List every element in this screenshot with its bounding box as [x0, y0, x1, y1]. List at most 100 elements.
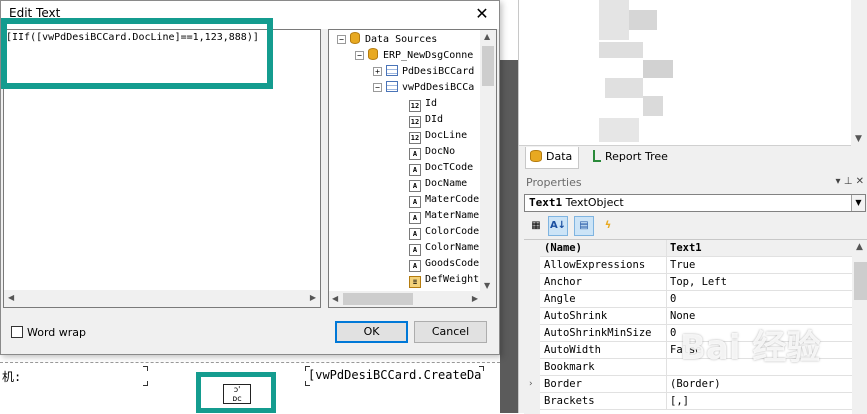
collapse-icon[interactable]: −: [337, 35, 346, 44]
tree-field[interactable]: A DocName: [409, 176, 467, 192]
property-row[interactable]: AutoShrinkMinSize 0: [540, 325, 852, 342]
tree-node-table[interactable]: + PdDesiBCCard: [373, 64, 474, 80]
tree-hscrollbar[interactable]: ◀ ▶: [329, 291, 496, 307]
property-name: Brackets: [544, 395, 595, 407]
scroll-right-icon[interactable]: ▶: [310, 293, 316, 302]
scroll-left-icon[interactable]: ◀: [8, 293, 14, 302]
tab-report-tree-label: Report Tree: [605, 150, 668, 163]
collapse-icon[interactable]: −: [355, 51, 364, 60]
scroll-down-icon[interactable]: ▼: [484, 281, 490, 290]
designer-dark-strip: [500, 60, 518, 413]
tree-field[interactable]: A ColorName: [409, 240, 479, 256]
tree-node-label: Data Sources: [365, 34, 438, 45]
right-side-panel: ▼ Data Report Tree Properties ▾ ⊥ ✕ Text…: [518, 0, 867, 414]
tree-field-label: MaterName: [425, 210, 480, 221]
tab-report-tree[interactable]: Report Tree: [589, 147, 674, 169]
property-name: Border: [544, 378, 582, 390]
scroll-up-icon[interactable]: ▲: [484, 32, 490, 41]
property-grid-scrollbar[interactable]: ▲: [852, 240, 867, 414]
data-tree-area[interactable]: ▼: [519, 0, 867, 146]
property-value[interactable]: 0: [670, 293, 676, 305]
tree-field[interactable]: ≡ DefWeight: [409, 272, 479, 288]
property-value[interactable]: (Border): [670, 378, 721, 390]
table-icon: [386, 81, 398, 92]
tree-field-label: DocLine: [425, 130, 468, 141]
chevron-down-icon[interactable]: ▼: [851, 195, 865, 211]
property-value[interactable]: False: [670, 344, 702, 356]
property-value[interactable]: Top, Left: [670, 276, 727, 288]
events-icon[interactable]: ϟ: [598, 216, 618, 236]
collapse-icon[interactable]: −: [373, 83, 382, 92]
tree-field[interactable]: A MaterName: [409, 208, 479, 224]
tree-field[interactable]: 12 DId: [409, 112, 443, 128]
scroll-up-icon[interactable]: ▲: [856, 242, 863, 252]
barcode-object-highlight[interactable]: ↄ' ᴅᴄ: [196, 372, 276, 413]
designer-field-createdate[interactable]: [vwPdDesiBCCard.CreateDa: [308, 368, 481, 382]
selection-corner: [143, 366, 148, 371]
data-source-tree[interactable]: − Data Sources − ERP_NewDsgConne + PdDesiBC…: [328, 29, 497, 308]
tree-node-label: vwPdDesiBCCa: [402, 82, 475, 93]
scroll-left-icon[interactable]: ◀: [332, 294, 338, 303]
object-name: Text1: [529, 196, 563, 209]
object-type: TextObject: [565, 196, 624, 209]
word-wrap-checkbox[interactable]: Word wrap: [11, 326, 86, 339]
property-row[interactable]: Bookmark: [540, 359, 852, 376]
ok-button[interactable]: OK: [335, 321, 408, 343]
scroll-thumb[interactable]: [343, 293, 413, 305]
cancel-button[interactable]: Cancel: [414, 321, 487, 343]
database-icon: [530, 150, 542, 162]
scroll-down-icon[interactable]: ▼: [855, 134, 862, 144]
expand-icon[interactable]: ›: [529, 379, 533, 389]
property-row[interactable]: Anchor Top, Left: [540, 274, 852, 291]
properties-title: Properties: [526, 176, 582, 189]
data-area-scrollbar[interactable]: ▼: [851, 0, 867, 146]
tree-field[interactable]: 12 Id: [409, 96, 437, 112]
tree-field[interactable]: A GoodsCode: [409, 256, 479, 272]
tree-field[interactable]: 12 DocLine: [409, 128, 467, 144]
numeric-field-icon: 12: [409, 132, 421, 144]
properties-icon[interactable]: ▤: [574, 216, 594, 236]
editor-hscrollbar[interactable]: ◀ ▶: [4, 290, 320, 307]
tree-node-data-sources[interactable]: − Data Sources: [337, 32, 437, 48]
scroll-thumb[interactable]: [854, 262, 867, 300]
object-selector[interactable]: Text1 TextObject ▼: [524, 194, 866, 212]
property-name: AutoShrink: [544, 310, 608, 322]
numeric-field-icon: 12: [409, 116, 421, 128]
database-icon: [368, 48, 378, 60]
tree-field[interactable]: A DocTCode: [409, 160, 473, 176]
sort-az-icon[interactable]: A↓: [548, 216, 568, 236]
property-row[interactable]: (Name) Text1: [540, 240, 852, 257]
property-row[interactable]: AutoShrink None: [540, 308, 852, 325]
tab-data[interactable]: Data: [525, 147, 580, 169]
tree-node-connection[interactable]: − ERP_NewDsgConne: [355, 48, 473, 64]
report-tree-icon: [593, 150, 601, 162]
property-row[interactable]: Border (Border): [540, 376, 852, 393]
tree-node-label: PdDesiBCCard: [402, 66, 475, 77]
tree-vscrollbar[interactable]: ▲ ▼: [480, 30, 496, 292]
property-value[interactable]: [,]: [670, 395, 689, 407]
checkbox-box[interactable]: [11, 326, 23, 338]
property-row[interactable]: AutoWidth False: [540, 342, 852, 359]
scroll-right-icon[interactable]: ▶: [472, 294, 478, 303]
tree-field[interactable]: A ColorCode: [409, 224, 479, 240]
categorized-icon[interactable]: ▦: [526, 216, 546, 236]
property-value[interactable]: True: [670, 259, 695, 271]
properties-header: Properties ▾ ⊥ ✕: [523, 174, 867, 192]
property-value[interactable]: 0: [670, 327, 676, 339]
property-row[interactable]: Brackets [,]: [540, 393, 852, 410]
property-value[interactable]: None: [670, 310, 695, 322]
tree-field[interactable]: A MaterCode: [409, 192, 479, 208]
expand-icon[interactable]: +: [373, 67, 382, 76]
property-row[interactable]: Angle 0: [540, 291, 852, 308]
tree-node-table[interactable]: − vwPdDesiBCCa: [373, 80, 474, 96]
property-row[interactable]: AllowExpressions True: [540, 257, 852, 274]
tab-data-label: Data: [546, 150, 573, 163]
designer-label-text[interactable]: 机:: [2, 368, 21, 385]
close-icon[interactable]: ✕: [471, 3, 493, 25]
property-grid[interactable]: (Name) Text1 AllowExpressions True Anchor T…: [524, 239, 867, 414]
barcode-icon: ↄ' ᴅᴄ: [223, 384, 251, 404]
property-value[interactable]: Text1: [670, 242, 702, 254]
scroll-thumb[interactable]: [482, 46, 494, 86]
tree-field[interactable]: A DocNo: [409, 144, 455, 160]
pin-icon[interactable]: ▾ ⊥ ✕: [836, 176, 864, 187]
